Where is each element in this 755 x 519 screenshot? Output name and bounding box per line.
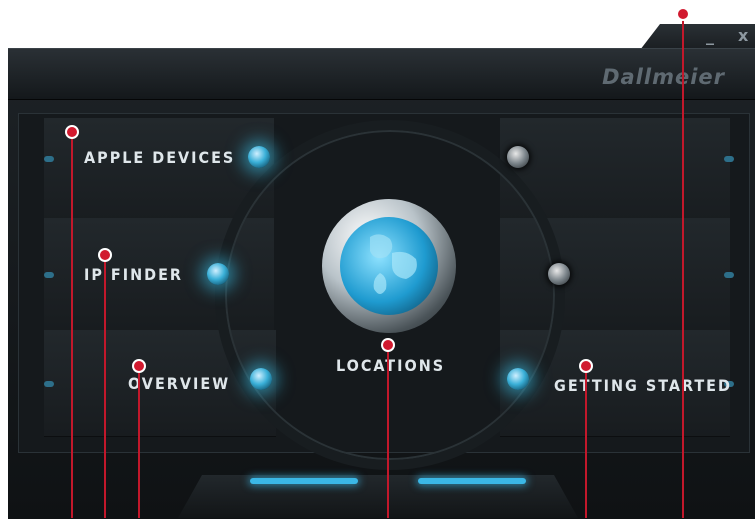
inactive-orb-icon	[548, 263, 570, 285]
left-indicator-1	[44, 156, 54, 162]
right-indicator-1	[724, 156, 734, 162]
marker-dot	[98, 248, 112, 262]
getting-started-orb-icon[interactable]	[507, 368, 529, 390]
inactive-orb-icon	[507, 146, 529, 168]
marker-line	[585, 366, 587, 518]
minimize-button[interactable]: _	[706, 26, 714, 45]
marker-line	[71, 132, 73, 518]
marker-dot	[579, 359, 593, 373]
marker-line	[387, 345, 389, 518]
marker-line	[682, 14, 684, 518]
ip-finder-button[interactable]: IP FINDER	[84, 265, 183, 284]
apple-devices-orb-icon[interactable]	[248, 146, 270, 168]
getting-started-button[interactable]: GETTING STARTED	[554, 376, 732, 395]
ip-finder-orb-icon[interactable]	[207, 263, 229, 285]
left-indicator-3	[44, 381, 54, 387]
apple-devices-button[interactable]: APPLE DEVICES	[84, 148, 235, 167]
bottom-nav-left[interactable]	[250, 478, 358, 484]
title-bar: Dallmeier	[8, 49, 755, 100]
left-indicator-2	[44, 272, 54, 278]
brand-logo: Dallmeier	[602, 65, 725, 89]
close-button[interactable]: x	[738, 26, 748, 45]
marker-line	[104, 255, 106, 518]
marker-dot	[676, 7, 690, 21]
overview-orb-icon[interactable]	[250, 368, 272, 390]
marker-dot	[132, 359, 146, 373]
marker-dot	[65, 125, 79, 139]
overview-button[interactable]: OVERVIEW	[128, 374, 230, 393]
marker-line	[138, 366, 140, 518]
locations-button[interactable]: LOCATIONS	[336, 356, 445, 375]
marker-dot	[381, 338, 395, 352]
right-indicator-2	[724, 272, 734, 278]
bottom-nav-right[interactable]	[418, 478, 526, 484]
globe-icon	[340, 217, 438, 315]
locations-globe-button[interactable]	[322, 199, 456, 333]
